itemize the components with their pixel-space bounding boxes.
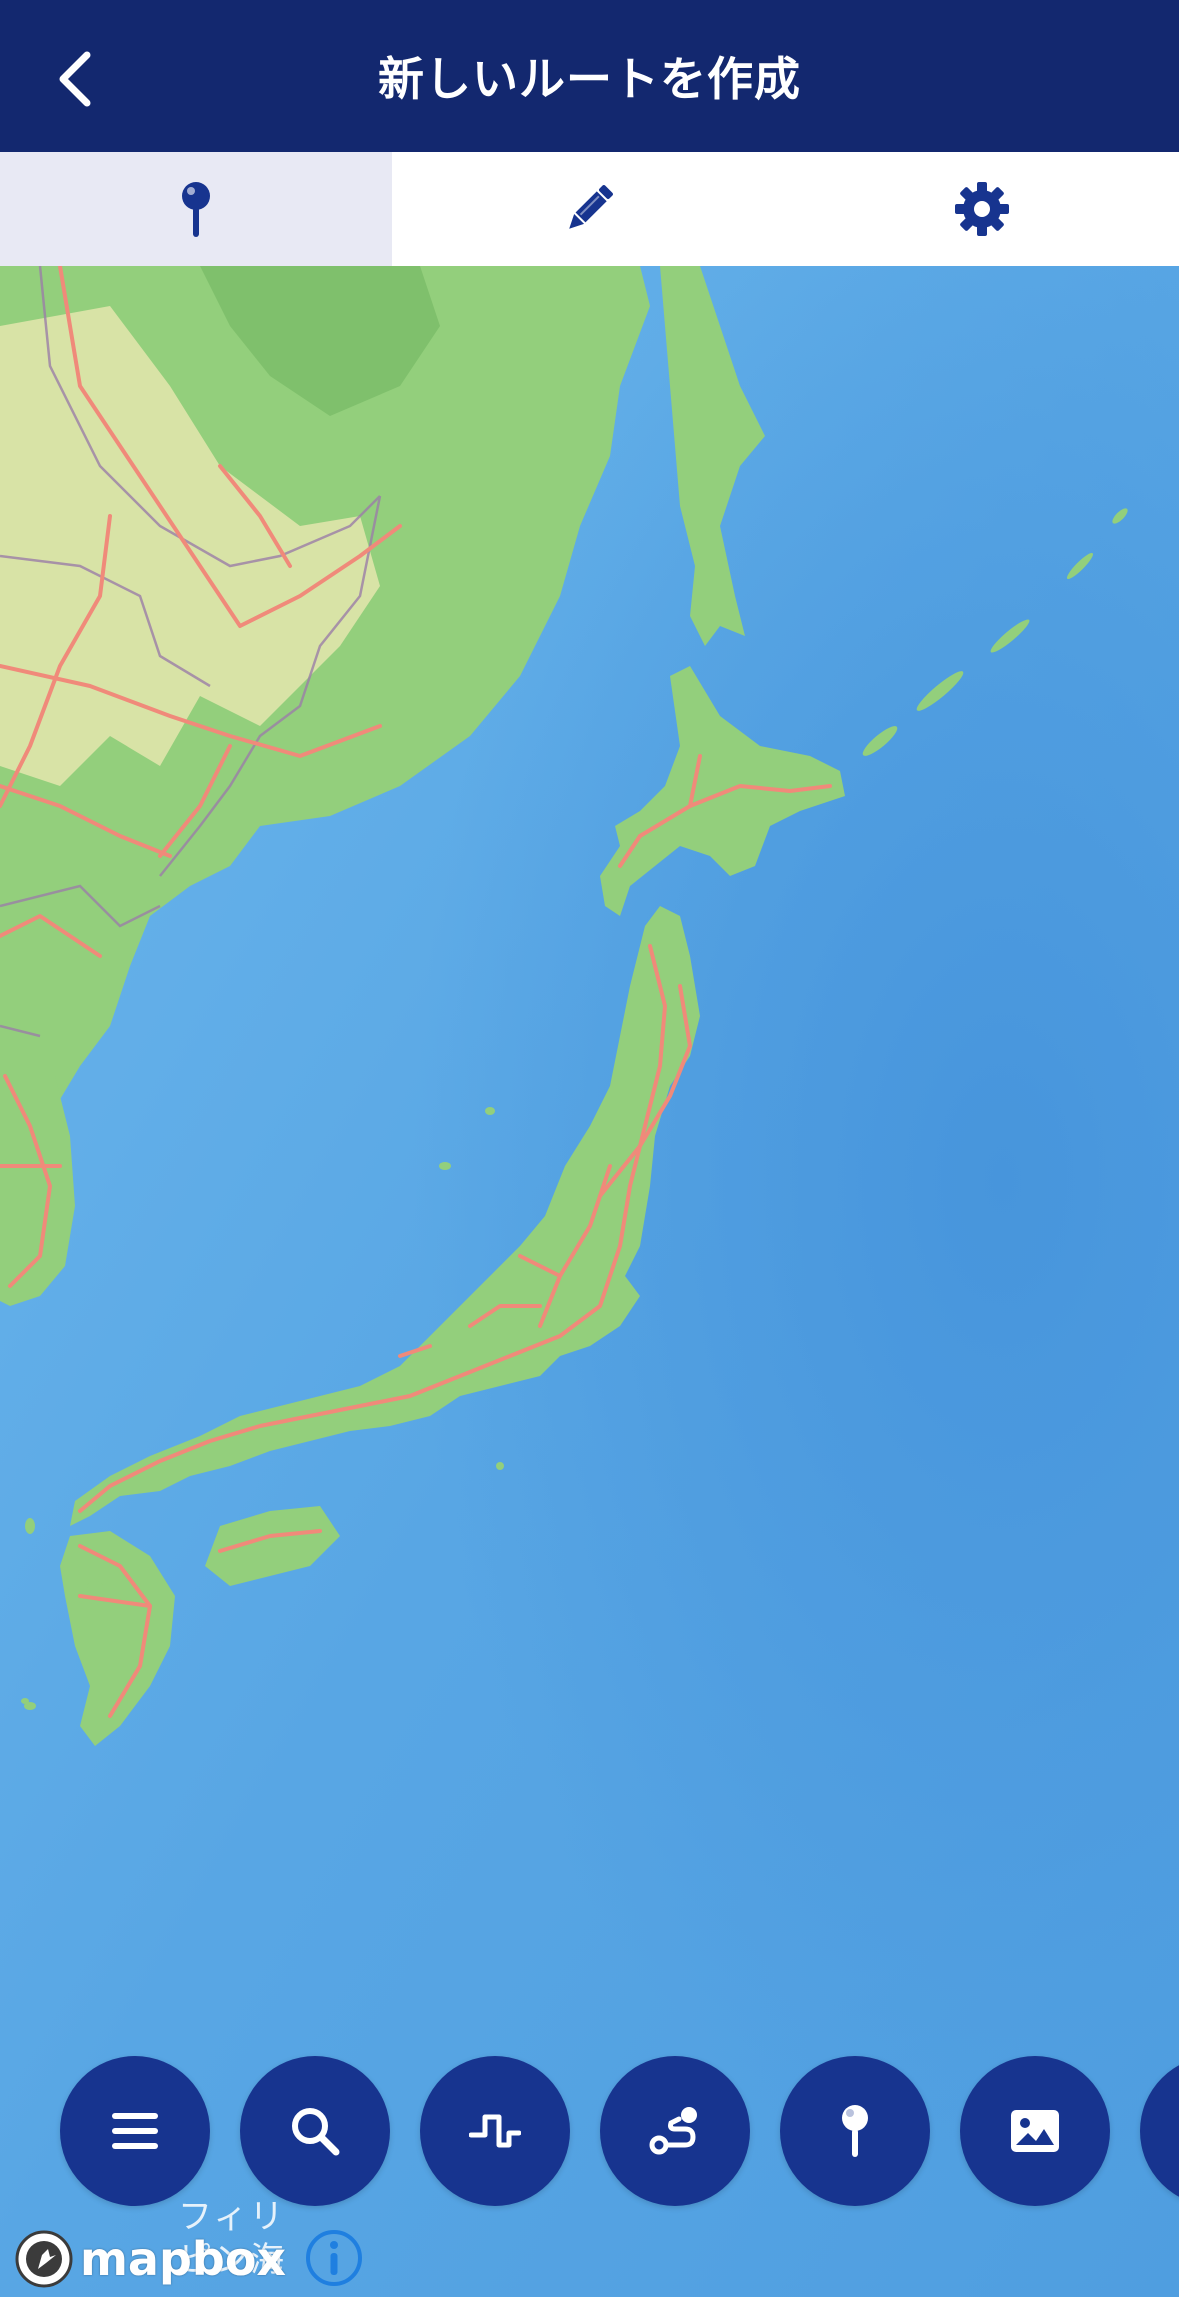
search-button[interactable] (240, 2056, 390, 2206)
tab-bar (0, 152, 1179, 266)
more-button[interactable] (1140, 2056, 1179, 2206)
mapbox-wordmark: mapbox (80, 2232, 287, 2286)
attribution-info-button[interactable] (304, 2228, 364, 2288)
menu-icon (112, 2113, 158, 2149)
gear-icon (955, 182, 1009, 236)
map-pin-icon (182, 182, 210, 237)
map-toolbar (0, 2056, 1179, 2206)
chevron-left-icon (59, 51, 91, 107)
info-icon (306, 2230, 362, 2286)
pencil-icon (568, 185, 613, 229)
add-waypoint-button[interactable] (780, 2056, 930, 2206)
mapbox-mark-icon (15, 2230, 73, 2288)
image-button[interactable] (960, 2056, 1110, 2206)
search-icon (292, 2108, 340, 2156)
menu-button[interactable] (60, 2056, 210, 2206)
elevation-profile-button[interactable] (420, 2056, 570, 2206)
tab-waypoints[interactable] (0, 152, 392, 266)
page-title: 新しいルートを作成 (378, 52, 801, 106)
image-icon (1011, 2110, 1059, 2152)
back-button[interactable] (40, 44, 110, 114)
map-pin-icon (842, 2105, 868, 2157)
map-svg (0, 266, 1179, 2297)
app-root: 新しいルートを作成 フィリ ピン海 mapbox (0, 0, 1179, 2297)
elevation-profile-icon (469, 2114, 521, 2148)
route-icon (649, 2107, 697, 2155)
route-button[interactable] (600, 2056, 750, 2206)
tab-draw[interactable] (392, 152, 785, 266)
map-canvas[interactable]: フィリ ピン海 (0, 266, 1179, 2297)
app-header: 新しいルートを作成 (0, 0, 1179, 152)
tab-settings[interactable] (785, 152, 1179, 266)
mapbox-logo[interactable]: mapbox (14, 2228, 286, 2290)
